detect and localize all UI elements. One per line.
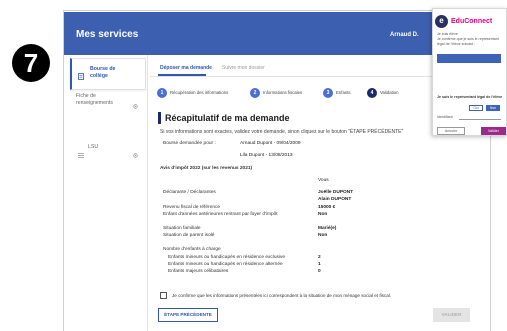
step-2-circle: 2 xyxy=(250,88,260,98)
dependent-value: 1 xyxy=(318,262,321,267)
field-value: 15000 € xyxy=(318,205,336,210)
bourse-label: Bourse demandée pour : xyxy=(163,141,216,146)
dependent-label: Enfants majeurs célibataires xyxy=(168,269,229,274)
popup-line-1: Je suis élève xyxy=(437,32,458,36)
declarants-label: Déclarante / Déclarantes xyxy=(163,190,216,195)
field-value: Non xyxy=(318,233,328,238)
sidebar-item-fiche[interactable]: Fiche de renseignements xyxy=(70,89,146,115)
step-3-circle: 3 xyxy=(323,88,333,98)
tab-deposer-demande[interactable]: Déposer ma demande xyxy=(160,65,212,71)
popup-submit-button[interactable]: Valider xyxy=(481,127,506,135)
document-icon xyxy=(78,67,84,85)
dependent-value: 2 xyxy=(318,255,321,260)
sidebar-item-label: LSU xyxy=(88,144,99,150)
declarant-1: Joëlle DUPONT xyxy=(318,190,354,195)
tax-notice-title: Avis d'impôt 2022 (sur les revenus 2021) xyxy=(160,166,253,171)
bourse-child-1: Arnaud Dupont - 09/04/2009 xyxy=(240,141,301,146)
popup-selected-field[interactable] xyxy=(437,54,501,63)
screen: 7 Mes services Arnaud D. Bourse de collè… xyxy=(0,0,507,331)
top-header: Mes services Arnaud D. xyxy=(64,12,490,55)
page-title: Récapitulatif de ma demande xyxy=(165,113,290,123)
sidebar-item-label: Bourse de collège xyxy=(90,66,116,79)
step-3-label: Enfants xyxy=(336,90,351,95)
field-label: Situation de parent isolé xyxy=(163,233,215,238)
popup-id-label: Identifiant xyxy=(437,115,453,119)
educonnect-brand: EduConnect xyxy=(451,18,493,25)
dependent-label: Enfants mineurs ou handicapés en résiden… xyxy=(168,262,283,267)
gear-icon xyxy=(133,145,138,163)
popup-cancel-button[interactable]: Annuler xyxy=(437,127,465,135)
sidebar-item-lsu[interactable]: LSU xyxy=(70,139,146,158)
declarant-2: Alain DUPONT xyxy=(318,197,352,202)
confirm-checkbox[interactable] xyxy=(160,292,167,299)
step-number-badge: 7 xyxy=(12,44,50,82)
validate-button[interactable]: VALIDER xyxy=(433,308,470,322)
title-accent-bar xyxy=(158,112,161,124)
educonnect-logo-icon: e xyxy=(435,15,448,28)
sidebar-item-bourse[interactable]: Bourse de collège xyxy=(70,58,146,90)
popup-question: Je suis le représentant légal de l'élève xyxy=(437,95,503,99)
gear-icon xyxy=(133,96,138,114)
step-4-circle: 4 xyxy=(367,88,377,98)
popup-no-button[interactable]: Non xyxy=(486,105,500,111)
field-label: Revenu fiscal de référence xyxy=(163,205,221,210)
bourse-child-2: Lila Dupont - 13/08/2013 xyxy=(240,153,293,158)
sidebar: Bourse de collège Fiche de renseignement… xyxy=(64,55,148,331)
popup-line-2: Je confirme que je suis le représentant … xyxy=(437,37,499,46)
confirm-label[interactable]: Je confirme que les informations présent… xyxy=(172,293,391,299)
field-label: Situation familiale xyxy=(163,226,201,231)
field-value: Non xyxy=(318,212,328,217)
popup-yes-button[interactable]: Oui xyxy=(469,105,483,111)
dependent-value: 0 xyxy=(318,269,321,274)
dependents-title: Nombre d'enfants à charge xyxy=(163,247,221,252)
step-2-label: Informations fiscales xyxy=(263,90,303,95)
column-header-vous: Vous xyxy=(318,178,329,183)
previous-step-button[interactable]: ÉTAPE PRÉCÉDENTE xyxy=(158,308,218,322)
intro-text: Si vos informations sont exactes, valide… xyxy=(160,129,404,135)
dependent-label: Enfants mineurs ou handicapés en résiden… xyxy=(168,255,286,260)
educonnect-popup: e EduConnect Je suis élève Je confirme q… xyxy=(432,8,507,136)
list-icon xyxy=(78,145,84,163)
step-1-circle: 1 xyxy=(157,88,167,98)
user-menu[interactable]: Arnaud D. xyxy=(390,31,419,39)
app-title[interactable]: Mes services xyxy=(76,29,138,41)
popup-id-input[interactable] xyxy=(459,113,501,120)
tab-suivre-dossier[interactable]: Suivre mon dossier xyxy=(222,65,265,71)
step-1-label: Récupération des informations xyxy=(170,90,229,95)
step-4-label: Validation xyxy=(380,90,399,95)
field-value: Marié(e) xyxy=(318,226,337,231)
sidebar-item-label: Fiche de renseignements xyxy=(76,93,113,106)
field-label: Enfant d'années antérieures rentrant par… xyxy=(163,212,278,217)
